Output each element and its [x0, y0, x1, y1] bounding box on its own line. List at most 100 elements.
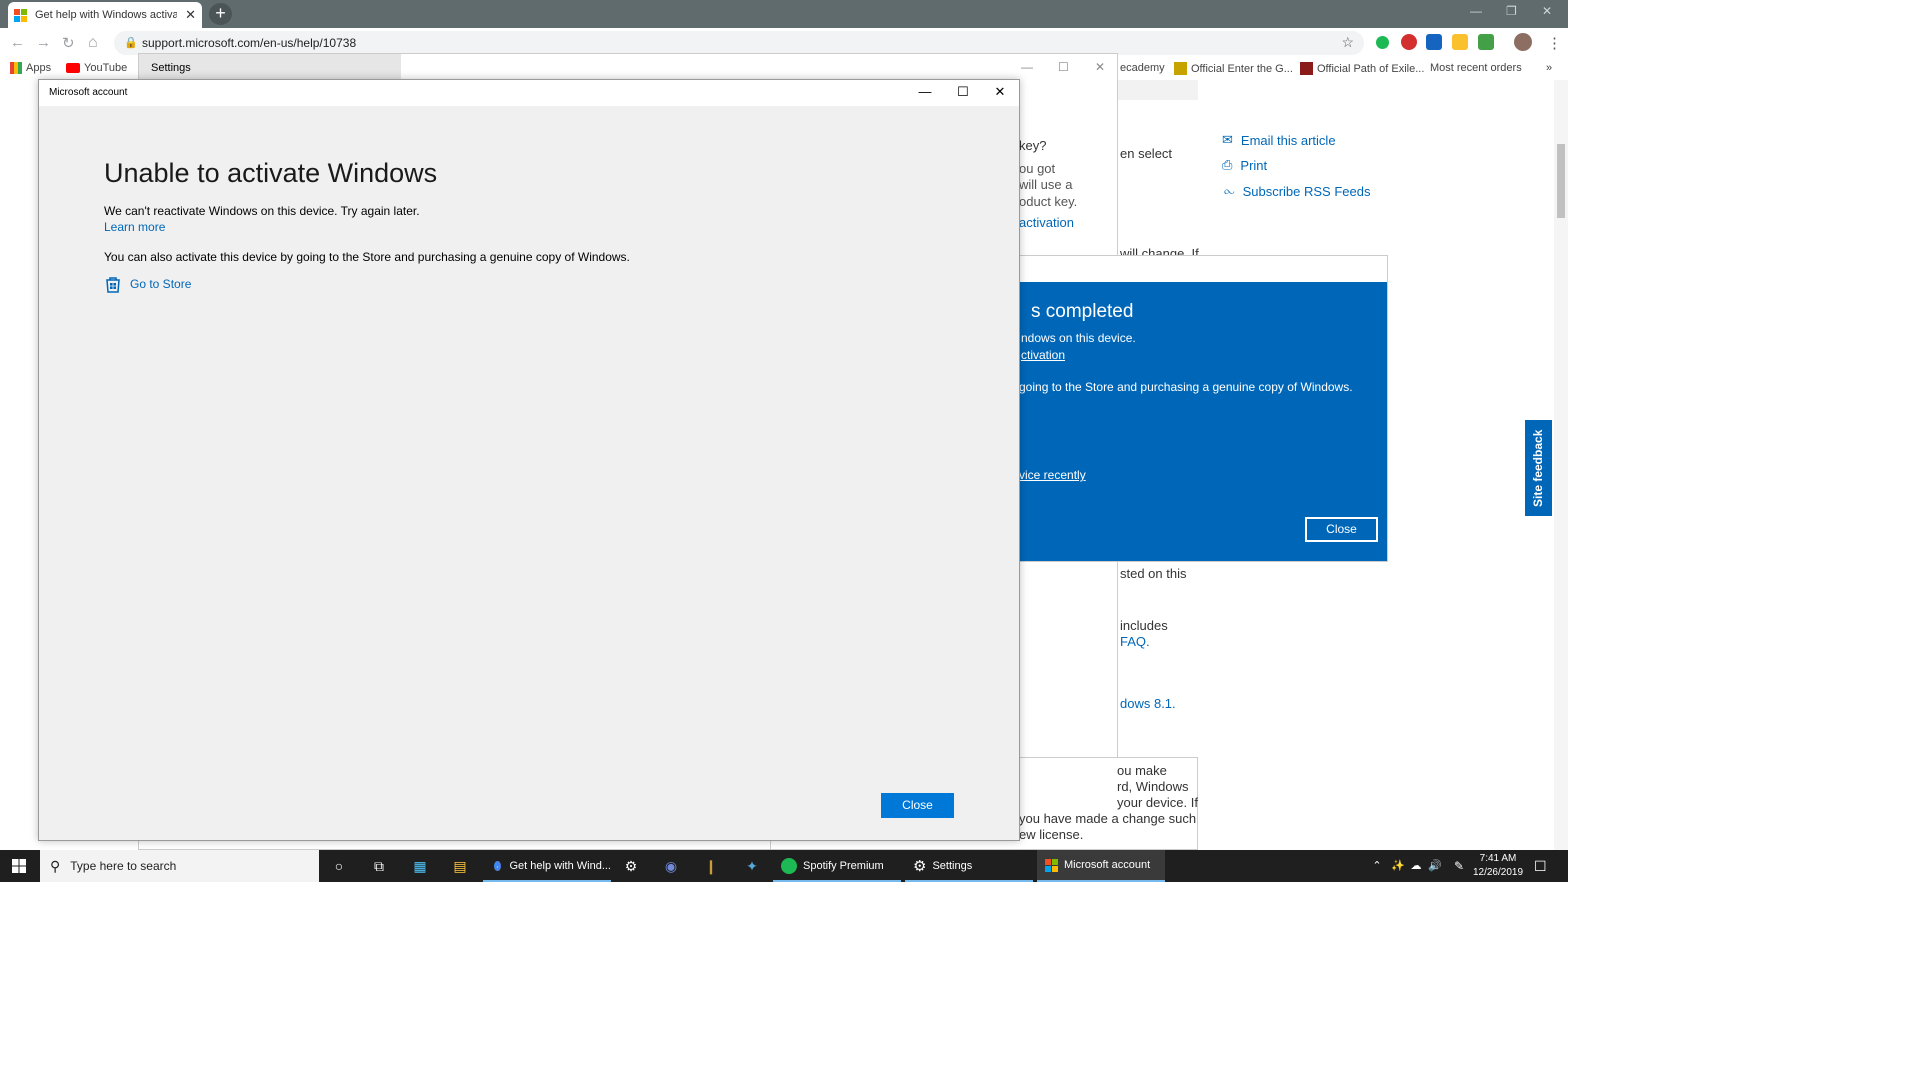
- learn-more-link[interactable]: Learn more: [104, 220, 165, 234]
- ms-dialog-close-button[interactable]: Close: [881, 793, 954, 818]
- blue-dialog-text: going to the Store and purchasing a genu…: [1019, 380, 1353, 394]
- rss-icon: ⧜: [1224, 183, 1235, 198]
- address-bar[interactable]: 🔒 support.microsoft.com/en-us/help/10738…: [114, 31, 1364, 55]
- steam-icon[interactable]: ⚙: [622, 857, 640, 875]
- browser-tab-active[interactable]: Get help with Windows activatio ✕: [8, 2, 202, 28]
- more-bookmarks-icon[interactable]: »: [1546, 62, 1552, 74]
- taskbar-item-settings[interactable]: ⚙ Settings: [905, 850, 1033, 882]
- blue-dialog-close-button[interactable]: Close: [1305, 517, 1378, 542]
- settings-close-icon[interactable]: ✕: [1095, 60, 1105, 74]
- extension-news-icon[interactable]: [1426, 34, 1442, 50]
- forward-icon[interactable]: →: [36, 34, 51, 51]
- taskbar-item-spotify[interactable]: Spotify Premium: [773, 850, 901, 882]
- settings-text-fragment: key?: [1019, 138, 1047, 153]
- tab-close-icon[interactable]: ✕: [185, 7, 196, 23]
- blue-dialog-link[interactable]: ctivation: [1021, 348, 1065, 362]
- league-of-legends-icon[interactable]: ❙: [702, 857, 720, 875]
- file-explorer-icon[interactable]: ▤: [451, 857, 469, 875]
- settings-maximize-icon[interactable]: ☐: [1058, 60, 1069, 74]
- print-link[interactable]: ⎙ Print: [1222, 157, 1267, 173]
- page-text-fragment: rd, Windows: [1117, 779, 1189, 794]
- taskbar-running-indicator: [905, 880, 1033, 882]
- blue-dialog-text: ndows on this device.: [1021, 331, 1136, 345]
- bookmark-youtube[interactable]: YouTube: [66, 62, 127, 74]
- microsoft-account-dialog: Microsoft account — ☐ ✕ Unable to activa…: [38, 79, 1020, 841]
- microsoft-logo-icon: [14, 8, 27, 22]
- ms-dialog-maximize-icon[interactable]: ☐: [953, 84, 973, 100]
- scrollbar-thumb[interactable]: [1557, 144, 1565, 218]
- faq-link[interactable]: FAQ.: [1120, 634, 1150, 649]
- pen-ink-icon[interactable]: ✎: [1450, 857, 1468, 875]
- spotify-icon: [781, 858, 797, 874]
- email-article-link[interactable]: ✉ Email this article: [1222, 132, 1336, 148]
- settings-minimize-icon[interactable]: —: [1021, 60, 1033, 74]
- email-article-label: Email this article: [1240, 132, 1336, 148]
- bookmark-academy[interactable]: ecademy: [1120, 62, 1165, 74]
- bookmark-label: Official Path of Exile...: [1317, 62, 1425, 75]
- page-text-fragment: you have made a change such: [1019, 811, 1197, 826]
- windows-taskbar: ⚲ Type here to search ○ ⧉ ▦ ▤ Get help w…: [0, 850, 1568, 882]
- extension-green-icon[interactable]: [1376, 36, 1389, 49]
- taskbar-item-chrome[interactable]: Get help with Wind...: [483, 850, 611, 882]
- discord-icon[interactable]: ◉: [662, 857, 680, 875]
- page-scrollbar[interactable]: [1554, 80, 1568, 850]
- ms-dialog-title: Microsoft account: [49, 87, 128, 98]
- notification-center-icon[interactable]: ☐: [1534, 858, 1547, 875]
- bookmark-path-of-exile[interactable]: Official Path of Exile...: [1300, 62, 1424, 75]
- page-text-fragment: ou make: [1117, 763, 1167, 778]
- go-to-store-link[interactable]: Go to Store: [104, 275, 191, 293]
- bookmark-enter-the-gungeon[interactable]: Official Enter the G...: [1174, 62, 1293, 75]
- cortana-icon[interactable]: ○: [330, 857, 348, 875]
- profile-avatar[interactable]: [1514, 33, 1532, 51]
- onedrive-cloud-icon[interactable]: ☁: [1407, 857, 1425, 875]
- bookmark-apps[interactable]: Apps: [10, 62, 51, 74]
- ms-dialog-titlebar: Microsoft account — ☐ ✕: [39, 80, 1019, 106]
- bookmark-star-icon[interactable]: ☆: [1341, 34, 1354, 51]
- ms-dialog-close-icon[interactable]: ✕: [990, 84, 1010, 100]
- volume-icon[interactable]: 🔊: [1426, 857, 1444, 875]
- reload-icon[interactable]: ↻: [62, 34, 75, 52]
- path-of-exile-icon: [1300, 62, 1313, 75]
- rss-label: Subscribe RSS Feeds: [1242, 183, 1371, 199]
- blue-dialog-link[interactable]: vice recently: [1019, 468, 1086, 482]
- page-text-fragment: sted on this: [1120, 566, 1187, 581]
- network-icon[interactable]: ✨: [1389, 857, 1407, 875]
- email-icon: ✉: [1222, 132, 1233, 147]
- apps-grid-icon: [10, 62, 22, 74]
- taskbar-item-microsoft-account[interactable]: Microsoft account: [1037, 850, 1165, 882]
- search-placeholder: Type here to search: [70, 859, 177, 873]
- url-text[interactable]: support.microsoft.com/en-us/help/10738: [142, 36, 356, 50]
- settings-activation-link[interactable]: activation: [1019, 215, 1074, 230]
- browser-close-icon[interactable]: ✕: [1542, 4, 1552, 18]
- bookmark-label: Apps: [26, 62, 52, 74]
- task-view-icon[interactable]: ⧉: [370, 857, 388, 875]
- ms-dialog-minimize-icon[interactable]: —: [915, 84, 935, 99]
- settings-text-fragment: will use a: [1019, 177, 1073, 192]
- site-feedback-button[interactable]: Site feedback: [1525, 420, 1552, 516]
- extension-drive-icon[interactable]: [1452, 34, 1468, 50]
- browser-tab-strip: Get help with Windows activatio ✕ + — ❐ …: [0, 0, 1568, 28]
- bookmark-label: Official Enter the G...: [1191, 62, 1293, 75]
- search-icon: ⚲: [50, 857, 61, 874]
- menu-kebab-icon[interactable]: ⋮: [1547, 34, 1562, 52]
- windows-start-icon[interactable]: [12, 859, 26, 873]
- taskbar-item-label: Get help with Wind...: [509, 860, 612, 872]
- store-icon[interactable]: ▦: [411, 857, 429, 875]
- taskbar-search-box[interactable]: ⚲ Type here to search: [40, 850, 319, 882]
- show-hidden-icons-icon[interactable]: ⌃: [1368, 857, 1386, 875]
- home-icon[interactable]: ⌂: [88, 34, 98, 52]
- browser-minimize-icon[interactable]: —: [1470, 4, 1482, 18]
- new-tab-button[interactable]: +: [209, 3, 232, 25]
- windows81-link[interactable]: dows 8.1.: [1120, 696, 1176, 711]
- browser-restore-icon[interactable]: ❐: [1506, 4, 1517, 18]
- rss-link[interactable]: ⧜ Subscribe RSS Feeds: [1224, 183, 1370, 199]
- settings-gear-icon: ⚙: [913, 858, 927, 875]
- bookmark-recent-orders[interactable]: Most recent orders: [1430, 62, 1522, 74]
- clock-date: 12/26/2019: [1472, 867, 1524, 878]
- extension-grid-icon[interactable]: [1478, 34, 1494, 50]
- taskbar-clock[interactable]: 7:41 AM 12/26/2019: [1468, 852, 1528, 880]
- path-of-building-icon[interactable]: ✦: [743, 857, 761, 875]
- extension-adblock-icon[interactable]: [1401, 34, 1417, 50]
- clock-time: 7:41 AM: [1479, 853, 1517, 864]
- back-icon[interactable]: ←: [10, 34, 25, 51]
